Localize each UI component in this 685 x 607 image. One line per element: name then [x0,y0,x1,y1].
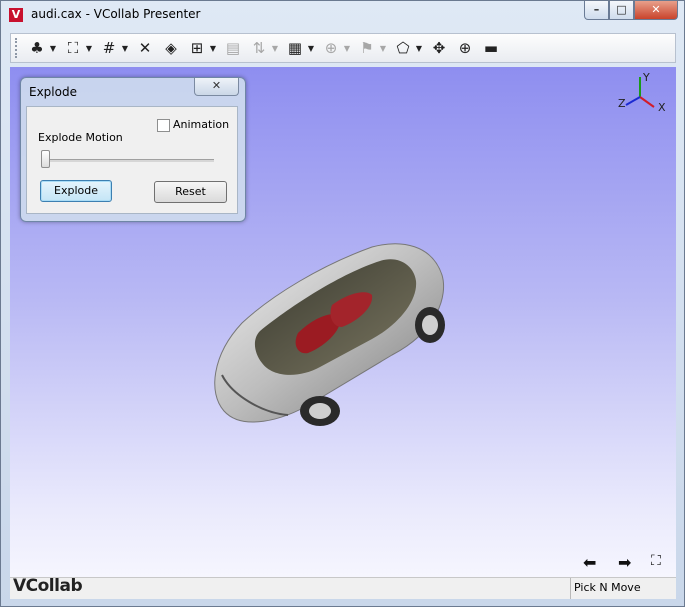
explode-slider-thumb[interactable] [41,150,50,168]
dialog-body: Animation Explode Motion Explode Reset [26,106,238,214]
status-mode-text: Pick N Move [574,581,641,594]
toolbar-button-group[interactable]: ▦ ▼ [284,36,316,60]
status-bar: VCollab Pick N Move [10,576,676,599]
dialog-close-button[interactable]: ✕ [194,78,239,96]
toolbar-grip[interactable] [15,38,20,58]
contour-legend-icon[interactable]: ▦ [284,38,306,58]
toolbar-button-group[interactable]: ⊕ ▼ [320,36,352,60]
dropdown-arrow-icon[interactable]: ▼ [48,44,58,53]
axis-triad: Y Z X [618,71,666,114]
explode-dialog: Explode ✕ Animation Explode Motion Explo… [20,77,246,222]
vcollab-logo: VCollab [13,576,83,596]
dropdown-arrow-icon[interactable]: ▼ [414,44,424,53]
dropdown-arrow-icon[interactable]: ▼ [120,44,130,53]
next-arrow-icon[interactable]: ➡ [618,553,631,572]
reset-button[interactable]: Reset [154,181,227,203]
window-title: audi.cax - VCollab Presenter [31,7,201,21]
z-axis-line [625,96,641,106]
zoom-window-icon[interactable]: ⊕ [454,38,476,58]
dropdown-arrow-icon[interactable]: ▼ [84,44,94,53]
toolbar-button-group[interactable]: ⊞ ▼ [186,36,218,60]
title-bar[interactable]: V audi.cax - VCollab Presenter – □ ✕ [1,1,684,29]
dropdown-arrow-icon[interactable]: ▼ [378,44,388,53]
y-axis-label: Y [642,71,650,84]
app-logo-icon[interactable]: V [9,8,23,22]
explode-icon[interactable]: ✕ [134,38,156,58]
z-axis-label: Z [618,97,626,110]
explode-button[interactable]: Explode [40,180,112,202]
fullscreen-icon[interactable]: ⛶ [651,553,661,569]
fit-view-icon[interactable]: ⛶ [62,38,84,58]
scale-bar-icon[interactable]: ▬ [480,38,502,58]
dropdown-arrow-icon[interactable]: ▼ [270,44,280,53]
transform-icon[interactable]: ⊞ [186,38,208,58]
probe-icon[interactable]: ⊕ [320,38,342,58]
toolbar-button-group[interactable]: ⛶ ▼ [62,36,94,60]
dialog-title: Explode [29,85,77,99]
section-grid-icon[interactable]: # [98,38,120,58]
display-mode-icon[interactable]: ◈ [160,38,182,58]
film-icon[interactable]: ▤ [222,38,244,58]
animation-checkbox[interactable] [157,119,170,132]
rear-wheel-rim [422,315,438,335]
toolbar-button-group[interactable]: ♣ ▼ [26,36,58,60]
sort-icon[interactable]: ⇅ [248,38,270,58]
previous-arrow-icon[interactable]: ⬅ [583,553,596,572]
explode-motion-label: Explode Motion [38,131,123,144]
toolbar-button-group[interactable]: ✕ [134,36,156,60]
toolbar-button-group[interactable]: ⊕ [454,36,476,60]
minimize-button[interactable]: – [584,1,609,20]
dropdown-arrow-icon[interactable]: ▼ [306,44,316,53]
maximize-button[interactable]: □ [609,1,634,20]
tree-icon[interactable]: ♣ [26,38,48,58]
move-icon[interactable]: ✥ [428,38,450,58]
toolbar-button-group[interactable]: ⬠ ▼ [392,36,424,60]
note-icon[interactable]: ⬠ [392,38,414,58]
close-button[interactable]: ✕ [634,1,678,20]
toolbar-button-group[interactable]: ▤ [222,36,244,60]
toolbar-button-group[interactable]: ⚑ ▼ [356,36,388,60]
toolbar-button-group[interactable]: ⇅ ▼ [248,36,280,60]
dropdown-arrow-icon[interactable]: ▼ [208,44,218,53]
toolbar-button-group[interactable]: # ▼ [98,36,130,60]
3d-viewport[interactable]: Explode ✕ Animation Explode Motion Explo… [10,67,676,577]
app-window: V audi.cax - VCollab Presenter – □ ✕ ♣ ▼ ⛶… [0,0,685,607]
x-axis-label: X [658,101,666,114]
explode-slider-track[interactable] [47,159,214,162]
toolbar-button-group[interactable]: ✥ [428,36,450,60]
toolbar-button-group[interactable]: ▬ [480,36,502,60]
animation-label: Animation [173,118,230,131]
status-separator [570,578,571,599]
car-model[interactable] [202,235,452,435]
front-wheel-rim [309,403,331,419]
toolbar-button-group[interactable]: ◈ [160,36,182,60]
flag-icon[interactable]: ⚑ [356,38,378,58]
x-axis-line [639,96,655,108]
main-toolbar: ♣ ▼ ⛶ ▼ # ▼ ✕ ◈ ⊞ ▼ ▤ ⇅ ▼ ▦ ▼ ⊕ ▼ ⚑ ▼ ⬠ ▼ ✥ ⊕ ▬ [10,33,676,63]
dropdown-arrow-icon[interactable]: ▼ [342,44,352,53]
